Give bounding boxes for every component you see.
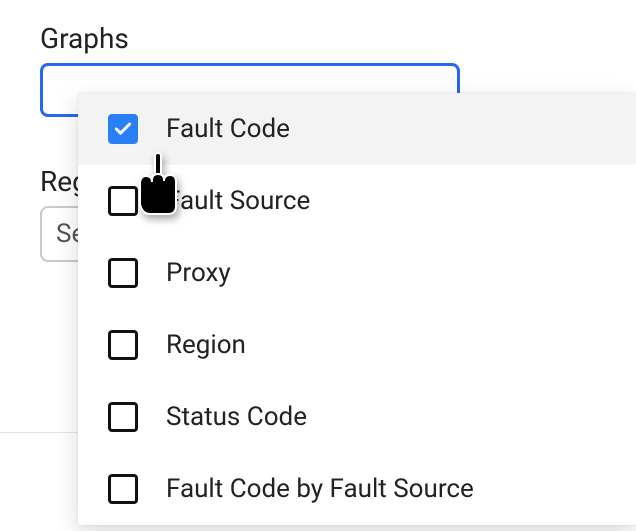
dropdown-option-label: Fault Source — [166, 186, 310, 216]
dropdown-option-label: Status Code — [166, 402, 307, 432]
checkbox-fault-code-by-source[interactable] — [108, 474, 138, 504]
checkbox-fault-source[interactable] — [108, 186, 138, 216]
dropdown-option-fault-source[interactable]: Fault Source — [78, 165, 636, 237]
dropdown-option-label: Proxy — [166, 258, 231, 288]
graphs-section-label: Graphs — [0, 0, 636, 55]
checkbox-status-code[interactable] — [108, 402, 138, 432]
check-icon — [113, 119, 133, 139]
dropdown-option-proxy[interactable]: Proxy — [78, 237, 636, 309]
dropdown-option-label: Region — [166, 330, 246, 360]
checkbox-region[interactable] — [108, 330, 138, 360]
dropdown-option-fault-code-by-source[interactable]: Fault Code by Fault Source — [78, 453, 636, 525]
graphs-dropdown-menu: Fault Code Fault Source Proxy Region Sta… — [78, 93, 636, 525]
dropdown-option-fault-code[interactable]: Fault Code — [78, 93, 636, 165]
checkbox-proxy[interactable] — [108, 258, 138, 288]
checkbox-fault-code[interactable] — [108, 114, 138, 144]
dropdown-option-label: Fault Code by Fault Source — [166, 474, 474, 504]
dropdown-option-label: Fault Code — [166, 114, 290, 144]
dropdown-option-status-code[interactable]: Status Code — [78, 381, 636, 453]
dropdown-option-region[interactable]: Region — [78, 309, 636, 381]
